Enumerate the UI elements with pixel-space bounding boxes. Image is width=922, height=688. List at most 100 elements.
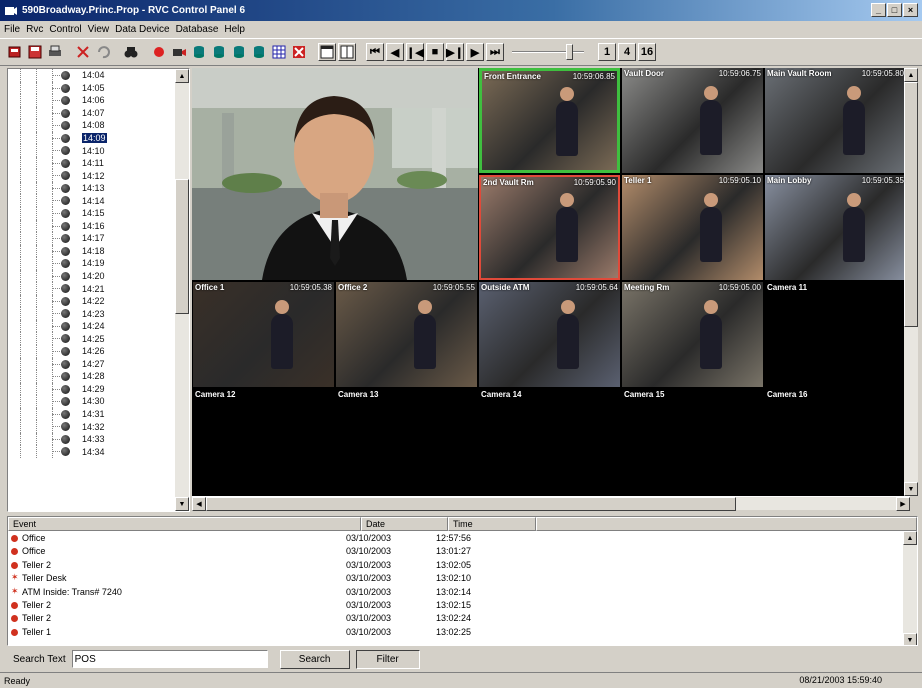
tree-item[interactable]: 14:13 <box>8 181 176 195</box>
menu-help[interactable]: Help <box>224 24 251 35</box>
camera-tile[interactable]: Camera 14 <box>479 389 620 494</box>
camera-tile[interactable]: Camera 13 <box>336 389 477 494</box>
alarm-button[interactable] <box>150 43 168 61</box>
tree-item[interactable]: 14:15 <box>8 207 176 220</box>
event-scroll-up-button[interactable]: ▲ <box>903 531 917 545</box>
video-scroll-left-button[interactable]: ◀ <box>192 497 206 511</box>
video-horizontal-scrollbar[interactable]: ◀ ▶ <box>192 496 910 511</box>
column-header-time[interactable]: Time <box>448 517 536 531</box>
event-scroll-down-button[interactable]: ▼ <box>903 633 917 645</box>
tree-item[interactable]: 14:26 <box>8 345 176 358</box>
tree-item[interactable]: 14:25 <box>8 332 176 346</box>
menu-database[interactable]: Database <box>176 24 225 35</box>
scroll-thumb[interactable] <box>175 179 189 314</box>
grid-button[interactable] <box>270 43 288 61</box>
camera-tile[interactable]: Meeting Rm 10:59:05.00 <box>622 282 763 387</box>
minimize-button[interactable]: _ <box>871 3 886 17</box>
column-header-date[interactable]: Date <box>361 517 448 531</box>
menu-data-device[interactable]: Data Device <box>115 24 175 35</box>
save-button[interactable] <box>26 43 44 61</box>
video-scroll-up-button[interactable]: ▲ <box>904 68 918 82</box>
menu-view[interactable]: View <box>88 24 116 35</box>
record-2-button[interactable] <box>210 43 228 61</box>
tree-item[interactable]: 14:22 <box>8 294 176 308</box>
last-frame-button[interactable]: ⏭ <box>486 43 504 61</box>
search-button[interactable]: Search <box>279 649 350 669</box>
tree-item[interactable]: 14:34 <box>8 445 176 458</box>
camera-tile[interactable]: Camera 11 <box>765 282 906 387</box>
video-vertical-scrollbar[interactable]: ▲ ▼ <box>904 68 918 496</box>
tree-item[interactable]: 14:28 <box>8 370 176 383</box>
record-3-button[interactable] <box>230 43 248 61</box>
find-button[interactable] <box>122 43 140 61</box>
camera-tile[interactable]: Outside ATM 10:59:05.64 <box>479 282 620 387</box>
stop-button[interactable]: ■ <box>426 43 444 61</box>
layout-4-button[interactable]: 4 <box>618 43 636 61</box>
step-forward-button[interactable]: ▶❙ <box>446 43 464 61</box>
tree-item[interactable]: 14:23 <box>8 307 176 320</box>
open-site-button[interactable] <box>6 43 24 61</box>
event-row[interactable]: Teller 1 03/10/2003 13:02:25 <box>8 626 905 639</box>
camera-button[interactable] <box>170 43 188 61</box>
record-1-button[interactable] <box>190 43 208 61</box>
camera-tile[interactable]: 2nd Vault Rm 10:59:05.90 <box>479 175 620 280</box>
tree-item[interactable]: 14:18 <box>8 244 176 258</box>
camera-tile[interactable]: Teller 1 10:59:05.10 <box>622 175 763 280</box>
tree-item[interactable]: 14:24 <box>8 319 176 333</box>
camera-tile[interactable]: Main Lobby 10:59:05.35 <box>765 175 906 280</box>
slider-thumb[interactable] <box>566 44 573 60</box>
tree-item[interactable]: 14:31 <box>8 407 176 421</box>
column-header-event[interactable]: Event <box>8 517 361 531</box>
tree-scrollbar[interactable]: ▲ ▼ <box>175 69 189 511</box>
tree-item[interactable]: 14:33 <box>8 432 176 446</box>
tree-item[interactable]: 14:06 <box>8 94 176 107</box>
camera-tile[interactable]: Camera 12 <box>193 389 334 494</box>
tree-item[interactable]: 14:19 <box>8 257 176 270</box>
tree-item[interactable]: 14:21 <box>8 282 176 295</box>
video-scroll-right-button[interactable]: ▶ <box>896 497 910 511</box>
menu-rvc[interactable]: Rvc <box>26 24 49 35</box>
tree-item[interactable]: 14:09 <box>8 131 176 145</box>
first-frame-button[interactable]: ⏮ <box>366 43 384 61</box>
camera-tile[interactable]: Main Vault Room 10:59:05.80 <box>765 68 906 173</box>
tree-item[interactable]: 14:08 <box>8 119 176 132</box>
undo-button[interactable] <box>94 43 112 61</box>
tree-item[interactable]: 14:30 <box>8 395 176 408</box>
tree-item[interactable]: 14:04 <box>8 69 176 82</box>
cut-button[interactable] <box>74 43 92 61</box>
camera-tile[interactable]: Front Entrance 10:59:06.85 <box>479 68 620 173</box>
camera-tile[interactable]: Office 2 10:59:05.55 <box>336 282 477 387</box>
tree-item[interactable]: 14:17 <box>8 232 176 245</box>
tree-item[interactable]: 14:05 <box>8 81 176 95</box>
event-row[interactable]: Teller 2 03/10/2003 13:02:05 <box>8 559 905 572</box>
close-button[interactable]: × <box>903 3 918 17</box>
video-hscroll-thumb[interactable] <box>206 497 736 511</box>
camera-tile[interactable]: Camera 15 <box>622 389 763 494</box>
maximize-button[interactable]: □ <box>887 3 902 17</box>
event-row[interactable]: ✶ Teller Desk 03/10/2003 13:02:10 <box>8 572 905 585</box>
camera-tile[interactable]: Camera 16 <box>765 389 906 494</box>
print-button[interactable] <box>46 43 64 61</box>
filter-button[interactable]: Filter <box>355 649 420 669</box>
event-row[interactable]: Teller 2 03/10/2003 13:02:24 <box>8 612 905 625</box>
main-camera-feed[interactable] <box>192 68 478 280</box>
camera-tile[interactable]: Office 1 10:59:05.38 <box>193 282 334 387</box>
tree-item[interactable]: 14:20 <box>8 269 176 283</box>
event-row[interactable]: ✶ ATM Inside: Trans# 7240 03/10/2003 13:02:… <box>8 586 905 599</box>
event-row[interactable]: Teller 2 03/10/2003 13:02:15 <box>8 599 905 612</box>
play-button[interactable]: ▶ <box>466 43 484 61</box>
event-scrollbar[interactable]: ▲ ▼ <box>903 531 917 645</box>
tree-item[interactable]: 14:27 <box>8 357 176 371</box>
tree-item[interactable]: 14:11 <box>8 156 176 170</box>
menu-file[interactable]: File <box>4 24 26 35</box>
step-back-button[interactable]: ❙◀ <box>406 43 424 61</box>
tree-item[interactable]: 14:12 <box>8 169 176 182</box>
tree-item[interactable]: 14:14 <box>8 194 176 208</box>
tree-item[interactable]: 14:07 <box>8 106 176 120</box>
layout-16-button[interactable]: 16 <box>638 43 656 61</box>
video-scroll-thumb[interactable] <box>904 82 918 327</box>
camera-tile[interactable]: Vault Door 10:59:06.75 <box>622 68 763 173</box>
event-row[interactable]: Office 03/10/2003 13:01:27 <box>8 545 905 558</box>
tree-item[interactable]: 14:10 <box>8 144 176 157</box>
tree-item[interactable]: 14:29 <box>8 382 176 396</box>
